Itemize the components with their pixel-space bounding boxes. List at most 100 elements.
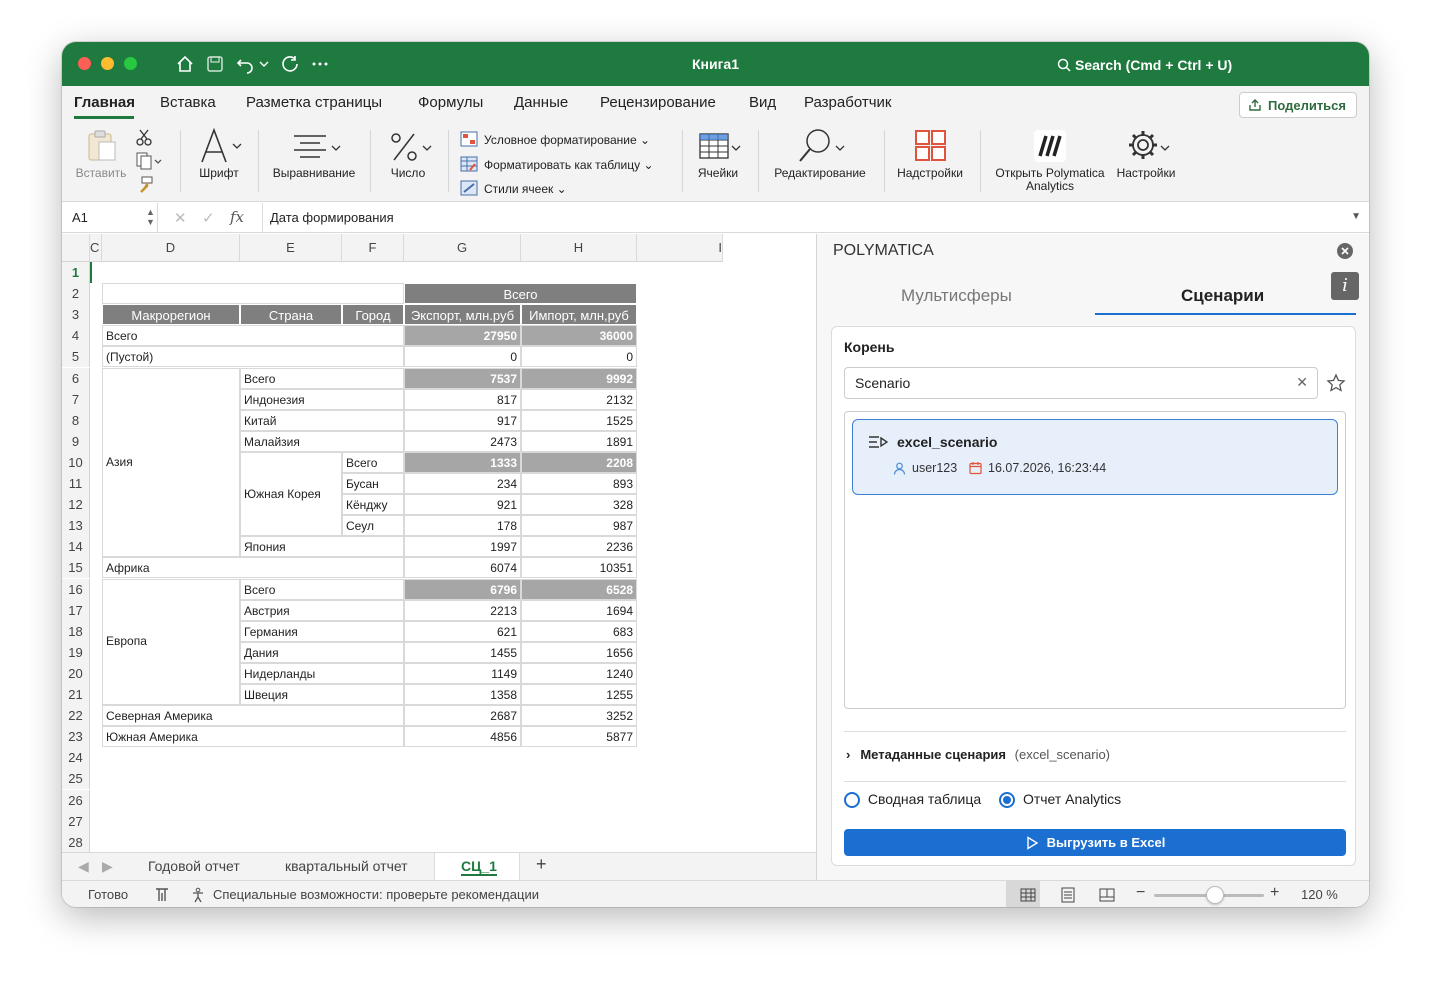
fx-icon[interactable]: fx [230,208,244,226]
row-header-16[interactable]: 16 [62,578,90,600]
export-value-cell[interactable]: 2687 [404,705,521,727]
number-button[interactable]: Число [380,122,436,202]
tab-page-layout[interactable]: Разметка страницы [246,94,382,111]
row-label-cell[interactable]: Дания [240,641,404,663]
scenario-search-input[interactable]: Scenario ✕ [844,367,1318,399]
import-value-cell[interactable]: 328 [521,494,637,516]
row-header-27[interactable]: 27 [62,810,90,832]
alignment-button[interactable]: Выравнивание [268,122,360,202]
import-value-cell[interactable]: 1255 [521,684,637,706]
tab-scenarios[interactable]: Сценарии [1181,286,1264,306]
expand-formula-icon[interactable]: ▼ [1351,211,1361,222]
import-value-cell[interactable]: 3252 [521,705,637,727]
row-label-cell[interactable]: Малайзия [240,430,404,452]
accessibility-status[interactable]: Специальные возможности: проверьте реком… [213,887,539,902]
header-total[interactable]: Всего [404,283,637,305]
macro-recorder-icon[interactable] [154,887,170,903]
star-icon[interactable] [1326,373,1346,393]
export-value-cell[interactable]: 0 [404,346,521,368]
export-value-cell[interactable]: 917 [404,409,521,431]
conditional-formatting-button[interactable]: Условное форматирование ⌄ [460,128,654,153]
check-icon[interactable]: ✓ [202,209,215,227]
copy-icon[interactable] [136,152,162,170]
row-label-cell[interactable]: (Пустой) [102,346,404,368]
name-box-stepper[interactable]: ▲ ▼ [146,207,155,227]
export-value-cell[interactable]: 6074 [404,557,521,579]
country-merged-cell[interactable]: Южная Корея [240,451,342,537]
macroregion-merged-cell[interactable]: Европа [102,578,240,706]
tab-insert[interactable]: Вставка [160,94,216,111]
export-value-cell[interactable]: 817 [404,388,521,410]
export-value-cell[interactable]: 178 [404,515,521,537]
row-label-cell[interactable]: Северная Америка [102,705,404,727]
cancel-icon[interactable]: ✕ [174,209,187,227]
tab-view[interactable]: Вид [749,94,776,111]
cell-styles-button[interactable]: Стили ячеек ⌄ [460,177,654,202]
import-value-cell[interactable]: 893 [521,473,637,495]
column-header-cell[interactable]: Страна [240,304,342,326]
tab-data[interactable]: Данные [514,94,568,111]
export-value-cell[interactable]: 1358 [404,684,521,706]
row-header-2[interactable]: 2 [62,283,90,305]
row-header-1[interactable]: 1 [62,262,90,284]
row-label-cell[interactable]: Южная Америка [102,726,404,748]
import-value-cell[interactable]: 10351 [521,557,637,579]
tab-developer[interactable]: Разработчик [804,94,891,111]
import-value-cell[interactable]: 1891 [521,430,637,452]
scenario-metadata-toggle[interactable]: › Метаданные сценария (excel_scenario) [846,747,1110,762]
row-header-7[interactable]: 7 [62,388,90,410]
row-header-6[interactable]: 6 [62,367,90,389]
cells-button[interactable]: Ячейки [690,122,746,202]
zoom-level[interactable]: 120 % [1301,887,1338,902]
settings-button[interactable]: Настройки [1110,122,1182,202]
row-label-cell[interactable]: Германия [240,620,404,642]
row-label-cell[interactable]: Япония [240,536,404,558]
share-button[interactable]: Поделиться [1238,92,1357,118]
editing-button[interactable]: Редактирование [766,122,874,202]
import-value-cell[interactable]: 987 [521,515,637,537]
row-label-cell[interactable]: Всего [102,325,404,347]
row-header-24[interactable]: 24 [62,747,90,769]
prev-sheet-arrow[interactable]: ◀ [78,858,89,875]
sheet-tab-quarterly[interactable]: квартальный отчет [285,858,408,874]
active-sheet-tab[interactable]: СЦ_1 [434,853,520,880]
export-value-cell[interactable]: 7537 [404,367,521,389]
info-icon[interactable]: i [1331,272,1359,300]
row-header-3[interactable]: 3 [62,304,90,326]
tab-multispheres[interactable]: Мультисферы [901,286,1012,306]
row-label-cell[interactable]: Бусан [342,473,404,495]
row-label-cell[interactable]: Всего [240,367,404,389]
import-value-cell[interactable]: 1694 [521,599,637,621]
export-value-cell[interactable]: 1333 [404,451,521,473]
tab-review[interactable]: Рецензирование [600,94,716,111]
import-value-cell[interactable]: 683 [521,620,637,642]
export-value-cell[interactable]: 1997 [404,536,521,558]
select-all-corner[interactable] [62,234,90,262]
row-header-20[interactable]: 20 [62,662,90,684]
import-value-cell[interactable]: 2208 [521,451,637,473]
row-header-15[interactable]: 15 [62,557,90,579]
format-painter-icon[interactable] [136,176,154,194]
import-value-cell[interactable]: 2236 [521,536,637,558]
row-header-10[interactable]: 10 [62,451,90,473]
export-value-cell[interactable]: 621 [404,620,521,642]
import-value-cell[interactable]: 1240 [521,662,637,684]
addins-button[interactable]: Надстройки [892,122,968,202]
row-header-22[interactable]: 22 [62,705,90,727]
row-label-cell[interactable]: Швеция [240,684,404,706]
font-button[interactable]: Шрифт [188,122,250,202]
row-header-5[interactable]: 5 [62,346,90,368]
row-label-cell[interactable]: Африка [102,557,404,579]
import-value-cell[interactable]: 0 [521,346,637,368]
row-label-cell[interactable]: Австрия [240,599,404,621]
row-label-cell[interactable]: Сеул [342,515,404,537]
format-as-table-button[interactable]: Форматировать как таблицу ⌄ [460,153,654,178]
row-header-17[interactable]: 17 [62,599,90,621]
add-sheet-button[interactable]: + [536,854,547,875]
sheet-tab-annual[interactable]: Годовой отчет [148,858,240,874]
radio-pivot-table[interactable] [844,792,860,809]
page-layout-view-icon[interactable] [1060,887,1076,903]
row-header-4[interactable]: 4 [62,325,90,347]
accessibility-icon[interactable] [190,887,206,903]
row-header-11[interactable]: 11 [62,473,90,495]
